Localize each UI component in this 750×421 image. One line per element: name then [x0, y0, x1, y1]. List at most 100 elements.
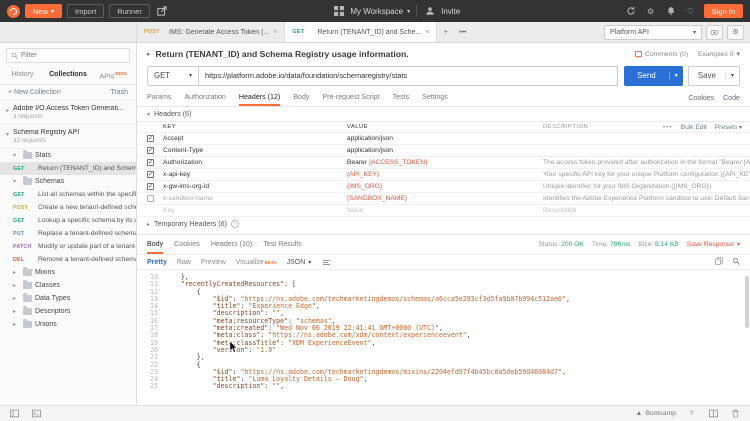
sidebar-tab-collections[interactable]: Collections — [45, 67, 90, 84]
import-button[interactable]: Import — [67, 4, 105, 18]
caret-right-icon[interactable]: ▸ — [147, 221, 150, 228]
caret-down-icon[interactable]: ▾ — [13, 152, 20, 159]
header-description[interactable]: Identifies the Adobe Experience Platform… — [543, 195, 750, 202]
header-row-authorization[interactable]: AuthorizationBearer {ACCESS_TOKEN}The ac… — [137, 157, 750, 169]
caret-right-icon[interactable]: ▸ — [13, 295, 20, 302]
open-new-window-icon[interactable] — [155, 4, 169, 18]
collection-item-adobe-i-o-access-token-generati[interactable]: ▸ Adobe I/O Access Token Generati... 3 req… — [0, 101, 136, 126]
new-tab-button[interactable]: + — [437, 22, 454, 42]
sidebar-tab-apis[interactable]: APIsBETA — [91, 67, 136, 84]
response-tab-cookies[interactable]: Cookies — [174, 235, 200, 254]
folder-descriptors[interactable]: ▸ Descriptors — [0, 305, 136, 318]
caret-down-icon[interactable]: ▾ — [13, 178, 20, 185]
settings-gear-icon[interactable]: ⚙ — [644, 4, 658, 18]
view-tab-pretty[interactable]: Pretty — [147, 259, 167, 266]
close-tab-icon[interactable]: × — [425, 29, 429, 36]
open-tab-ims-generate-access-token[interactable]: POST IMS: Generate Access Token (... × — [137, 22, 286, 42]
two-pane-layout-icon[interactable] — [707, 408, 720, 419]
heart-icon[interactable]: ♡ — [684, 4, 698, 18]
environment-quick-look-eye-icon[interactable] — [706, 24, 723, 40]
request-tab-tests[interactable]: Tests — [393, 89, 410, 106]
comments-button[interactable]: Comments (0) — [634, 51, 688, 58]
caret-right-icon[interactable]: ▸ — [13, 321, 20, 328]
header-checkbox[interactable] — [146, 183, 154, 190]
invite-button[interactable]: Invite — [423, 4, 460, 18]
request-item-create-a-new-tenant-defined-sche[interactable]: POST Create a new tenant-defined sche... — [0, 201, 136, 214]
header-key[interactable]: x-api-key — [163, 171, 347, 178]
request-item-lookup-a-specific-schema-by-its-u[interactable]: GET Lookup a specific schema by its u... — [0, 214, 136, 227]
header-key[interactable]: Content-Type — [163, 147, 347, 154]
examples-dropdown[interactable]: Examples 0 ▾ — [698, 50, 740, 59]
collapse-caret-icon[interactable]: ▸ — [147, 50, 151, 58]
save-button[interactable]: Save ▾ — [687, 65, 740, 86]
bulk-edit-link[interactable]: Bulk Edit — [681, 124, 707, 131]
header-value[interactable]: {IMS_ORG} — [347, 183, 543, 190]
environment-settings-gear-icon[interactable]: ⚙ — [727, 24, 744, 40]
header-checkbox[interactable] — [146, 171, 154, 178]
header-value[interactable]: application/json — [347, 135, 543, 142]
trash-button[interactable]: Trash — [110, 89, 128, 96]
request-tab-settings[interactable]: Settings — [422, 89, 448, 106]
cookies-link[interactable]: Cookies — [688, 94, 714, 102]
header-row-accept[interactable]: Acceptapplication/json — [137, 133, 750, 145]
caret-down-icon[interactable]: ▾ — [6, 131, 9, 138]
new-button[interactable]: New ▾ — [25, 4, 63, 18]
sync-icon[interactable] — [624, 4, 638, 18]
folder-stats[interactable]: ▾ Stats — [0, 149, 136, 162]
header-row-x-sandbox-name[interactable]: x-sandbox-name {SANDBOX_NAME} Identifies t… — [137, 193, 750, 205]
header-row-content-type[interactable]: Content-Typeapplication/json — [137, 145, 750, 157]
view-tab-preview[interactable]: Preview — [201, 259, 226, 266]
search-icon[interactable] — [732, 257, 740, 267]
copy-icon[interactable] — [715, 257, 723, 267]
header-description-placeholder[interactable]: Description — [543, 207, 750, 214]
workspace-selector[interactable]: My Workspace ▾ — [332, 4, 410, 18]
bootcamp-button[interactable]: ▲ Bootcamp — [636, 410, 676, 417]
filter-input[interactable] — [21, 52, 125, 59]
caret-right-icon[interactable]: ▸ — [13, 308, 20, 315]
sign-in-button[interactable]: Sign In — [703, 4, 743, 18]
header-key[interactable]: Accept — [163, 135, 347, 142]
header-key[interactable]: x-gw-ims-org-id — [163, 183, 347, 190]
notifications-bell-icon[interactable] — [664, 4, 678, 18]
folder-unions[interactable]: ▸ Unions — [0, 318, 136, 331]
header-row-new[interactable]: Key Value Description — [137, 205, 750, 217]
presets-dropdown[interactable]: Presets ▾ — [715, 124, 742, 131]
url-input[interactable] — [199, 65, 619, 86]
new-collection-button[interactable]: + New Collection — [8, 89, 61, 96]
code-link[interactable]: Code — [723, 94, 740, 102]
send-options-icon[interactable]: ▾ — [668, 72, 683, 79]
folder-data-types[interactable]: ▸ Data Types — [0, 292, 136, 305]
response-tab-test-results[interactable]: Test Results — [263, 235, 302, 254]
header-value[interactable]: {SANDBOX_NAME} — [347, 195, 543, 202]
save-response-button[interactable]: Save Response ▾ — [687, 241, 740, 248]
header-key[interactable]: x-sandbox-name — [163, 195, 347, 202]
open-tab-return-tenant-id-and-sche[interactable]: GET Return (TENANT_ID) and Sche... × — [285, 22, 438, 42]
header-row-x-gw-ims-org-id[interactable]: x-gw-ims-org-id{IMS_ORG} Unique identifie… — [137, 181, 750, 193]
caret-right-icon[interactable]: ▸ — [13, 269, 20, 276]
header-value[interactable]: Bearer {ACCESS_TOKEN} — [347, 159, 543, 166]
folder-mixins[interactable]: ▸ Mixins — [0, 266, 136, 279]
collection-item-schema-registry-api[interactable]: ▾ Schema Registry API 32 requests — [0, 125, 136, 150]
save-options-icon[interactable]: ▾ — [724, 72, 739, 79]
request-tab-pre-request-script[interactable]: Pre-request Script — [322, 89, 379, 106]
header-key[interactable]: Authorization — [163, 159, 347, 166]
request-item-replace-a-tenant-defined-schema[interactable]: PUT Replace a tenant-defined schema... — [0, 227, 136, 240]
header-checkbox[interactable] — [146, 135, 154, 142]
request-item-list-all-schemas-within-the-specific[interactable]: GET List all schemas within the specific.… — [0, 188, 136, 201]
method-selector[interactable]: GET ▾ — [147, 65, 199, 86]
request-tab-body[interactable]: Body — [293, 89, 309, 106]
response-tab-headers-10[interactable]: Headers (10) — [211, 235, 252, 254]
folder-schemas[interactable]: ▾ Schemas — [0, 175, 136, 188]
header-checkbox[interactable] — [146, 195, 154, 202]
header-checkbox[interactable] — [146, 159, 154, 166]
header-description[interactable]: Unique identifier for your IMS Organizat… — [543, 183, 750, 190]
close-tab-icon[interactable]: × — [273, 29, 277, 36]
view-tab-raw[interactable]: Raw — [177, 259, 191, 266]
response-tab-body[interactable]: Body — [147, 235, 164, 254]
caret-right-icon[interactable]: ▸ — [6, 107, 9, 114]
format-selector[interactable]: JSON ▾ — [287, 259, 312, 266]
header-value[interactable]: application/json — [347, 147, 543, 154]
trash-icon[interactable] — [729, 408, 742, 419]
header-value[interactable]: {API_KEY} — [347, 171, 543, 178]
header-value-placeholder[interactable]: Value — [347, 207, 543, 214]
